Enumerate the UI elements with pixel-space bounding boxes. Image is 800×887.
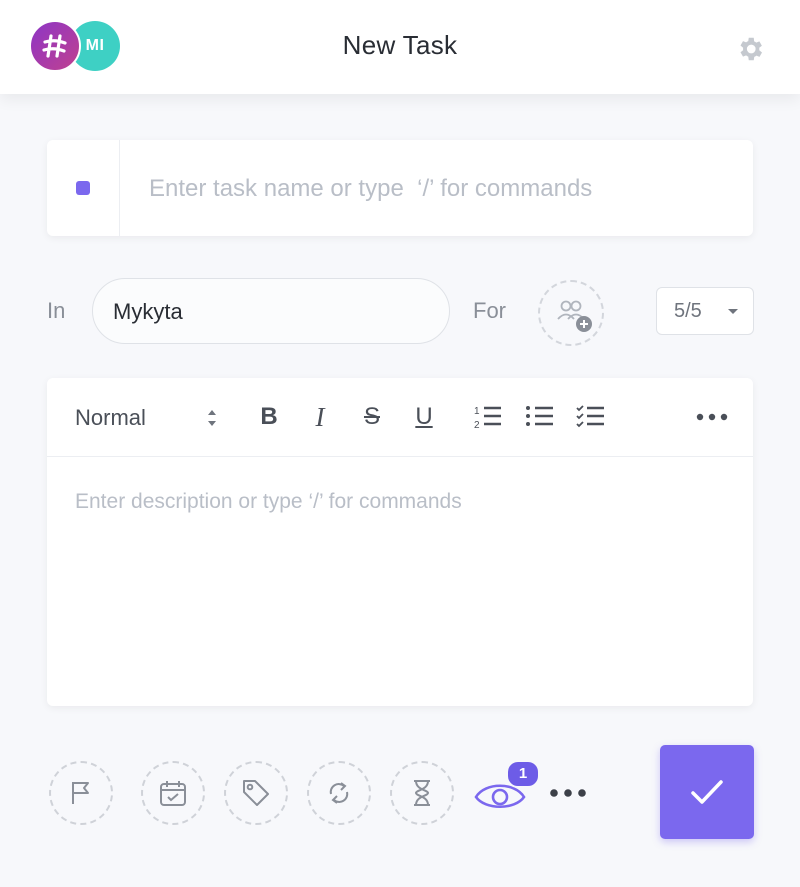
assignee-button[interactable] (538, 280, 604, 346)
header: MI New Task (0, 0, 800, 94)
checklist-icon (576, 405, 604, 428)
tags-button[interactable] (224, 761, 288, 825)
strikethrough-button[interactable]: S (355, 400, 389, 434)
description-input[interactable]: Enter description or type ‘/’ for comman… (75, 490, 725, 514)
caret-down-icon (728, 309, 738, 314)
checklist-button[interactable] (574, 400, 608, 434)
add-assignee-icon (557, 300, 592, 332)
bold-button[interactable]: B (252, 400, 286, 434)
task-name-card (47, 140, 753, 236)
task-status-button[interactable] (47, 140, 120, 236)
select-arrows-icon[interactable] (205, 406, 219, 430)
editor-toolbar: Normal B I S U 1 2 (47, 378, 753, 457)
bulleted-list-icon (526, 406, 553, 426)
watchers-count-badge: 1 (506, 760, 540, 788)
repeat-icon (329, 782, 349, 804)
task-name-input[interactable] (147, 170, 741, 208)
priority-button[interactable] (49, 761, 113, 825)
numbered-list-icon: 1 2 (474, 406, 501, 431)
tag-icon (243, 780, 269, 806)
toolbar-more-button[interactable] (695, 400, 729, 434)
hourglass-icon (414, 780, 430, 806)
checkmark-icon (691, 780, 723, 804)
page-title: New Task (342, 30, 458, 60)
text-style-select[interactable]: Normal (75, 405, 146, 431)
status-square-icon (76, 181, 90, 195)
underline-button[interactable]: U (407, 400, 441, 434)
more-icon[interactable] (548, 784, 588, 802)
list-selector[interactable]: Mykyta (92, 278, 450, 344)
for-label: For (473, 298, 506, 323)
due-date-button[interactable] (141, 761, 205, 825)
flag-icon (72, 782, 89, 804)
task-counter-dropdown[interactable]: 5/5 (656, 287, 754, 335)
italic-button[interactable]: I (303, 400, 337, 434)
in-label: In (47, 298, 66, 323)
counter-value: 5/5 (674, 300, 702, 322)
list-name: Mykyta (113, 299, 183, 324)
description-editor: Normal B I S U 1 2 Enter description or … (47, 378, 753, 706)
calendar-icon (160, 781, 186, 806)
recurring-button[interactable] (307, 761, 371, 825)
create-task-button[interactable] (660, 745, 754, 839)
time-estimate-button[interactable] (390, 761, 454, 825)
numbered-list-button[interactable]: 1 2 (471, 400, 505, 434)
bulleted-list-button[interactable] (523, 400, 557, 434)
svg-text:2: 2 (474, 420, 480, 431)
more-horizontal-icon (696, 413, 728, 421)
svg-text:1: 1 (474, 406, 480, 417)
gear-icon[interactable] (735, 34, 765, 64)
